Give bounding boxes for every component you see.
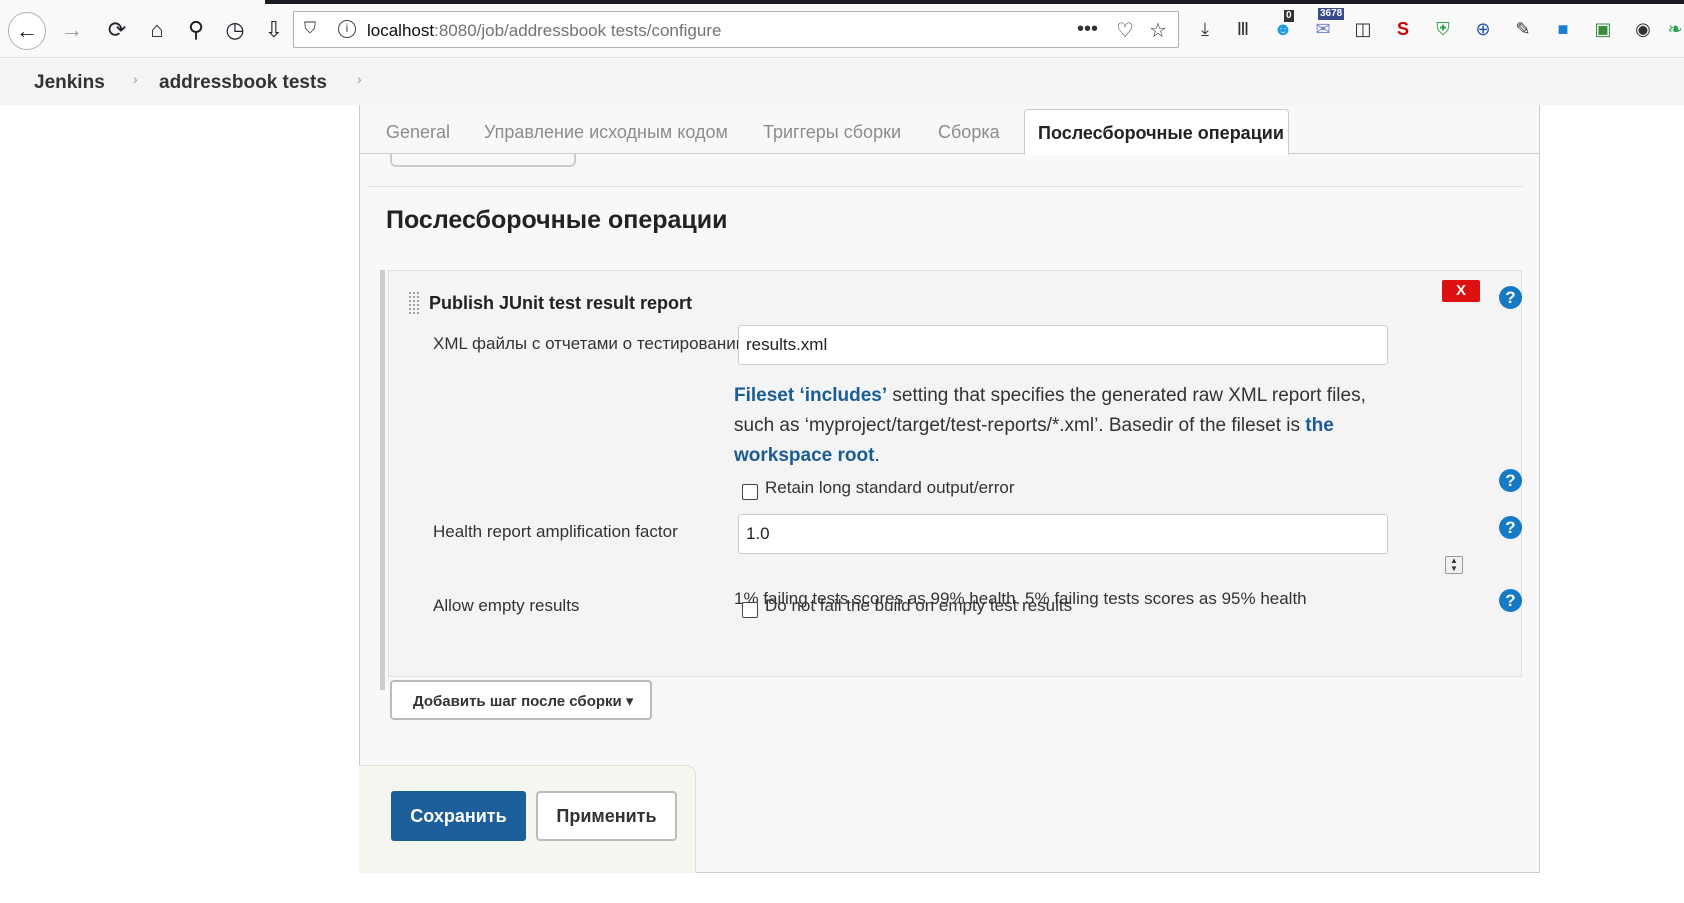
extension-download-icon[interactable]: ▣ [1590, 16, 1616, 42]
count-badge: 3678 [1318, 8, 1345, 20]
junit-publisher-block: Publish JUnit test result report X ? XML… [380, 270, 1522, 690]
allow-empty-checkbox-label[interactable]: Do not fail the build on empty test resu… [765, 596, 1072, 616]
previous-section-button[interactable] [390, 153, 576, 167]
publisher-body: Publish JUnit test result report X ? XML… [388, 270, 1522, 677]
downloads-icon[interactable]: ⤓ [1192, 16, 1218, 42]
url-path: :8080/job/addressbook tests/configure [434, 21, 722, 40]
chevron-right-icon[interactable]: › [133, 71, 138, 87]
allow-empty-checkbox[interactable] [742, 602, 758, 618]
extension-mail-icon[interactable]: ✉ 3678 [1310, 8, 1345, 42]
tab-strip [265, 0, 1684, 4]
tab-post-build[interactable]: Послесборочные операции [1024, 109, 1289, 155]
xml-reports-description: Fileset ‘includes’ setting that specifie… [734, 381, 1399, 471]
extension-pen-icon[interactable]: ✎ [1510, 16, 1536, 42]
url-text[interactable]: localhost:8080/job/addressbook tests/con… [367, 21, 721, 41]
xml-reports-input[interactable] [738, 325, 1388, 365]
help-icon[interactable]: ? [1499, 286, 1522, 309]
back-button[interactable]: ← [8, 12, 46, 50]
delete-publisher-button[interactable]: X [1442, 280, 1480, 302]
help-icon[interactable]: ? [1499, 516, 1522, 539]
sidebar-icon[interactable]: ◫ [1350, 16, 1376, 42]
chevron-right-icon[interactable]: › [357, 71, 362, 87]
url-host: localhost [367, 21, 435, 40]
apply-button[interactable]: Применить [536, 791, 677, 841]
notification-badge: 0 [1284, 10, 1294, 22]
breadcrumb: Jenkins › addressbook tests › [0, 59, 1684, 105]
library-icon[interactable]: Ⅲ [1230, 16, 1256, 42]
extension-ghost-icon[interactable]: ☻ 0 [1270, 10, 1296, 42]
retain-output-checkbox[interactable] [742, 484, 758, 500]
extension-globe-icon[interactable]: ⊕ [1470, 16, 1496, 42]
xml-reports-label: XML файлы с отчетами о тестировании [433, 334, 746, 353]
breadcrumb-job[interactable]: addressbook tests [159, 72, 327, 94]
browser-toolbar: ← → ⟳ ⌂ ⚲ ◷ ⇩ ⛉ i localhost:8080/job/add… [0, 0, 1684, 58]
bottom-action-bar: Сохранить Применить [359, 765, 696, 873]
config-tabs: General Управление исходным кодом Тригге… [360, 105, 1539, 155]
health-factor-label: Health report amplification factor [433, 522, 678, 541]
reload-button[interactable]: ⟳ [101, 14, 133, 46]
tab-general[interactable]: General [386, 122, 450, 143]
breadcrumb-jenkins[interactable]: Jenkins [34, 72, 105, 94]
extension-leaf-icon[interactable]: ❧ [1662, 16, 1684, 42]
tab-triggers[interactable]: Триггеры сборки [763, 122, 901, 143]
health-factor-input[interactable] [738, 514, 1388, 554]
save-to-pocket-icon[interactable]: ⇩ [258, 14, 290, 46]
config-panel: General Управление исходным кодом Тригге… [359, 105, 1540, 873]
home-button[interactable]: ⌂ [141, 14, 173, 46]
bookmark-star-icon[interactable]: ☆ [1149, 18, 1167, 43]
url-bar[interactable]: ⛉ i localhost:8080/job/addressbook tests… [293, 11, 1179, 48]
allow-empty-label: Allow empty results [433, 596, 580, 615]
forward-button[interactable]: → [56, 14, 88, 46]
section-divider [368, 186, 1523, 187]
page-actions-icon[interactable]: ••• [1077, 18, 1098, 41]
extension-skype-icon[interactable]: ■ [1550, 16, 1576, 42]
help-icon[interactable]: ? [1499, 469, 1522, 492]
tab-build[interactable]: Сборка [938, 122, 1000, 143]
history-icon[interactable]: ◷ [219, 14, 251, 46]
info-icon[interactable]: i [338, 20, 356, 38]
drag-handle-icon[interactable] [408, 291, 420, 315]
add-post-build-step-button[interactable]: Добавить шаг после сборки ▾ [390, 680, 652, 720]
help-icon[interactable]: ? [1499, 589, 1522, 612]
extension-shield-check-icon[interactable]: ⛨ [1430, 16, 1456, 42]
search-icon[interactable]: ⚲ [180, 14, 212, 46]
extension-s-icon[interactable]: S [1390, 16, 1416, 42]
pocket-icon[interactable]: ♡ [1116, 18, 1134, 43]
number-spinner-icon[interactable]: ▲ ▼ [1445, 556, 1463, 574]
tab-scm[interactable]: Управление исходным кодом [484, 122, 728, 143]
section-title: Послесборочные операции [386, 206, 728, 234]
account-icon[interactable]: ◉ [1630, 16, 1656, 42]
fileset-includes-link[interactable]: Fileset ‘includes’ [734, 385, 887, 406]
publisher-title: Publish JUnit test result report [429, 293, 693, 313]
shield-icon[interactable]: ⛉ [304, 20, 316, 38]
retain-output-label[interactable]: Retain long standard output/error [765, 478, 1015, 498]
save-button[interactable]: Сохранить [391, 791, 526, 841]
description-end: . [874, 445, 880, 466]
